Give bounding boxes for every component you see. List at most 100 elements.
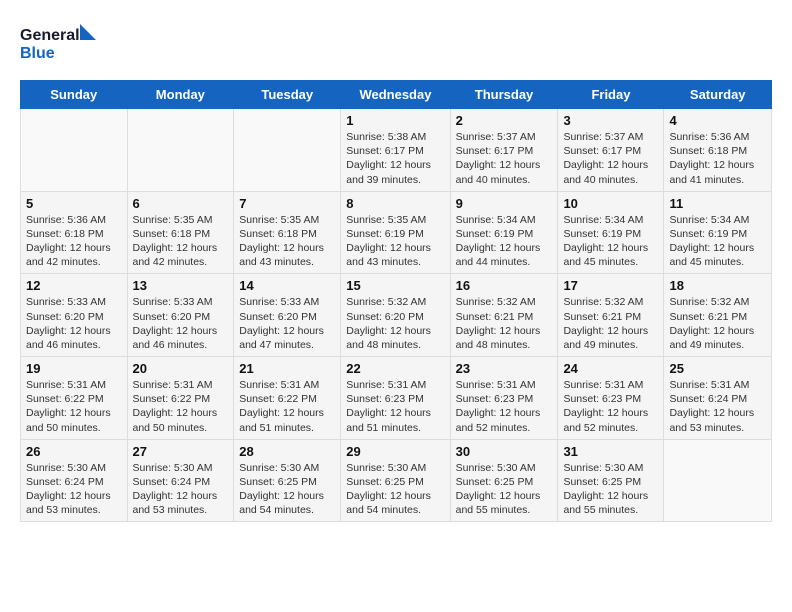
weekday-header: Saturday <box>664 81 772 109</box>
day-number: 10 <box>563 196 658 211</box>
day-info: Sunrise: 5:37 AM Sunset: 6:17 PM Dayligh… <box>456 130 553 187</box>
logo: GeneralBlue <box>20 20 100 64</box>
day-info: Sunrise: 5:33 AM Sunset: 6:20 PM Dayligh… <box>239 295 335 352</box>
calendar-cell: 8Sunrise: 5:35 AM Sunset: 6:19 PM Daylig… <box>341 191 450 274</box>
day-number: 20 <box>133 361 229 376</box>
day-number: 11 <box>669 196 766 211</box>
day-info: Sunrise: 5:31 AM Sunset: 6:22 PM Dayligh… <box>239 378 335 435</box>
calendar-week-row: 26 Sunrise: 5:30 AM Sunset: 6:24 PM Dayli… <box>21 439 772 522</box>
calendar-cell: 5 Sunrise: 5:36 AM Sunset: 6:18 PM Daylig… <box>21 191 128 274</box>
day-info: Sunrise: 5:30 AM Sunset: 6:25 PM Dayligh… <box>563 461 658 518</box>
weekday-header: Tuesday <box>234 81 341 109</box>
day-info: Sunrise: 5:30 AM Sunset: 6:24 PM Dayligh… <box>26 461 122 518</box>
day-info: Sunrise: 5:34 AM Sunset: 6:19 PM Dayligh… <box>669 213 766 270</box>
calendar-cell: 18 Sunrise: 5:32 AM Sunset: 6:21 PM Dayli… <box>664 274 772 357</box>
logo-icon: GeneralBlue <box>20 20 100 64</box>
calendar-cell: 9 Sunrise: 5:34 AM Sunset: 6:19 PM Daylig… <box>450 191 558 274</box>
day-number: 22 <box>346 361 444 376</box>
day-info: Sunrise: 5:30 AM Sunset: 6:24 PM Dayligh… <box>133 461 229 518</box>
day-number: 27 <box>133 444 229 459</box>
svg-text:Blue: Blue <box>20 45 55 62</box>
day-info: Sunrise: 5:31 AM Sunset: 6:22 PM Dayligh… <box>26 378 122 435</box>
calendar-cell: 6 Sunrise: 5:35 AM Sunset: 6:18 PM Daylig… <box>127 191 234 274</box>
calendar-cell: 14 Sunrise: 5:33 AM Sunset: 6:20 PM Dayli… <box>234 274 341 357</box>
day-number: 2 <box>456 113 553 128</box>
weekday-header: Friday <box>558 81 664 109</box>
day-number: 18 <box>669 278 766 293</box>
day-number: 19 <box>26 361 122 376</box>
calendar-cell: 26 Sunrise: 5:30 AM Sunset: 6:24 PM Dayli… <box>21 439 128 522</box>
calendar-cell: 1 Sunrise: 5:38 AM Sunset: 6:17 PM Daylig… <box>341 109 450 192</box>
day-info: Sunrise: 5:36 AM Sunset: 6:18 PM Dayligh… <box>26 213 122 270</box>
day-number: 31 <box>563 444 658 459</box>
weekday-header: Thursday <box>450 81 558 109</box>
day-number: 21 <box>239 361 335 376</box>
calendar-week-row: 19 Sunrise: 5:31 AM Sunset: 6:22 PM Dayli… <box>21 357 772 440</box>
day-number: 24 <box>563 361 658 376</box>
day-info: Sunrise: 5:31 AM Sunset: 6:22 PM Dayligh… <box>133 378 229 435</box>
day-info: Sunrise: 5:31 AM Sunset: 6:23 PM Dayligh… <box>346 378 444 435</box>
calendar-cell: 19 Sunrise: 5:31 AM Sunset: 6:22 PM Dayli… <box>21 357 128 440</box>
day-number: 9 <box>456 196 553 211</box>
day-info: Sunrise: 5:30 AM Sunset: 6:25 PM Dayligh… <box>456 461 553 518</box>
day-number: 25 <box>669 361 766 376</box>
day-number: 14 <box>239 278 335 293</box>
day-info: Sunrise: 5:38 AM Sunset: 6:17 PM Dayligh… <box>346 130 444 187</box>
day-info: Sunrise: 5:35 AM Sunset: 6:19 PM Dayligh… <box>346 213 444 270</box>
day-number: 26 <box>26 444 122 459</box>
day-number: 16 <box>456 278 553 293</box>
day-number: 6 <box>133 196 229 211</box>
day-info: Sunrise: 5:32 AM Sunset: 6:21 PM Dayligh… <box>563 295 658 352</box>
day-number: 15 <box>346 278 444 293</box>
calendar-table: SundayMondayTuesdayWednesdayThursdayFrid… <box>20 80 772 522</box>
day-info: Sunrise: 5:35 AM Sunset: 6:18 PM Dayligh… <box>239 213 335 270</box>
day-number: 30 <box>456 444 553 459</box>
calendar-cell: 25 Sunrise: 5:31 AM Sunset: 6:24 PM Dayli… <box>664 357 772 440</box>
day-info: Sunrise: 5:31 AM Sunset: 6:24 PM Dayligh… <box>669 378 766 435</box>
weekday-header: Monday <box>127 81 234 109</box>
calendar-cell: 17Sunrise: 5:32 AM Sunset: 6:21 PM Dayli… <box>558 274 664 357</box>
calendar-cell: 11 Sunrise: 5:34 AM Sunset: 6:19 PM Dayli… <box>664 191 772 274</box>
calendar-cell: 31 Sunrise: 5:30 AM Sunset: 6:25 PM Dayli… <box>558 439 664 522</box>
day-number: 4 <box>669 113 766 128</box>
weekday-header: Sunday <box>21 81 128 109</box>
day-info: Sunrise: 5:36 AM Sunset: 6:18 PM Dayligh… <box>669 130 766 187</box>
day-info: Sunrise: 5:34 AM Sunset: 6:19 PM Dayligh… <box>456 213 553 270</box>
calendar-week-row: 1 Sunrise: 5:38 AM Sunset: 6:17 PM Daylig… <box>21 109 772 192</box>
calendar-cell: 27 Sunrise: 5:30 AM Sunset: 6:24 PM Dayli… <box>127 439 234 522</box>
calendar-cell: 10 Sunrise: 5:34 AM Sunset: 6:19 PM Dayli… <box>558 191 664 274</box>
day-info: Sunrise: 5:37 AM Sunset: 6:17 PM Dayligh… <box>563 130 658 187</box>
day-number: 7 <box>239 196 335 211</box>
day-info: Sunrise: 5:31 AM Sunset: 6:23 PM Dayligh… <box>563 378 658 435</box>
day-info: Sunrise: 5:35 AM Sunset: 6:18 PM Dayligh… <box>133 213 229 270</box>
calendar-cell <box>21 109 128 192</box>
day-number: 5 <box>26 196 122 211</box>
day-number: 1 <box>346 113 444 128</box>
calendar-cell: 20 Sunrise: 5:31 AM Sunset: 6:22 PM Dayli… <box>127 357 234 440</box>
day-info: Sunrise: 5:34 AM Sunset: 6:19 PM Dayligh… <box>563 213 658 270</box>
day-info: Sunrise: 5:30 AM Sunset: 6:25 PM Dayligh… <box>346 461 444 518</box>
calendar-cell: 13Sunrise: 5:33 AM Sunset: 6:20 PM Dayli… <box>127 274 234 357</box>
calendar-cell: 30 Sunrise: 5:30 AM Sunset: 6:25 PM Dayli… <box>450 439 558 522</box>
calendar-cell <box>234 109 341 192</box>
day-info: Sunrise: 5:31 AM Sunset: 6:23 PM Dayligh… <box>456 378 553 435</box>
calendar-cell <box>127 109 234 192</box>
day-number: 12 <box>26 278 122 293</box>
day-info: Sunrise: 5:32 AM Sunset: 6:21 PM Dayligh… <box>669 295 766 352</box>
day-number: 28 <box>239 444 335 459</box>
calendar-cell: 28 Sunrise: 5:30 AM Sunset: 6:25 PM Dayli… <box>234 439 341 522</box>
day-info: Sunrise: 5:32 AM Sunset: 6:21 PM Dayligh… <box>456 295 553 352</box>
calendar-cell: 23 Sunrise: 5:31 AM Sunset: 6:23 PM Dayli… <box>450 357 558 440</box>
calendar-cell: 12Sunrise: 5:33 AM Sunset: 6:20 PM Dayli… <box>21 274 128 357</box>
page-header: GeneralBlue <box>20 20 772 64</box>
calendar-cell: 2 Sunrise: 5:37 AM Sunset: 6:17 PM Daylig… <box>450 109 558 192</box>
calendar-cell: 4 Sunrise: 5:36 AM Sunset: 6:18 PM Daylig… <box>664 109 772 192</box>
svg-text:General: General <box>20 27 80 44</box>
day-number: 13 <box>133 278 229 293</box>
calendar-cell: 16 Sunrise: 5:32 AM Sunset: 6:21 PM Dayli… <box>450 274 558 357</box>
calendar-cell: 7 Sunrise: 5:35 AM Sunset: 6:18 PM Daylig… <box>234 191 341 274</box>
weekday-header: Wednesday <box>341 81 450 109</box>
day-number: 23 <box>456 361 553 376</box>
calendar-week-row: 12 Sunrise: 5:33 AM Sunset: 6:20 PM Dayli… <box>21 274 772 357</box>
day-info: Sunrise: 5:30 AM Sunset: 6:25 PM Dayligh… <box>239 461 335 518</box>
